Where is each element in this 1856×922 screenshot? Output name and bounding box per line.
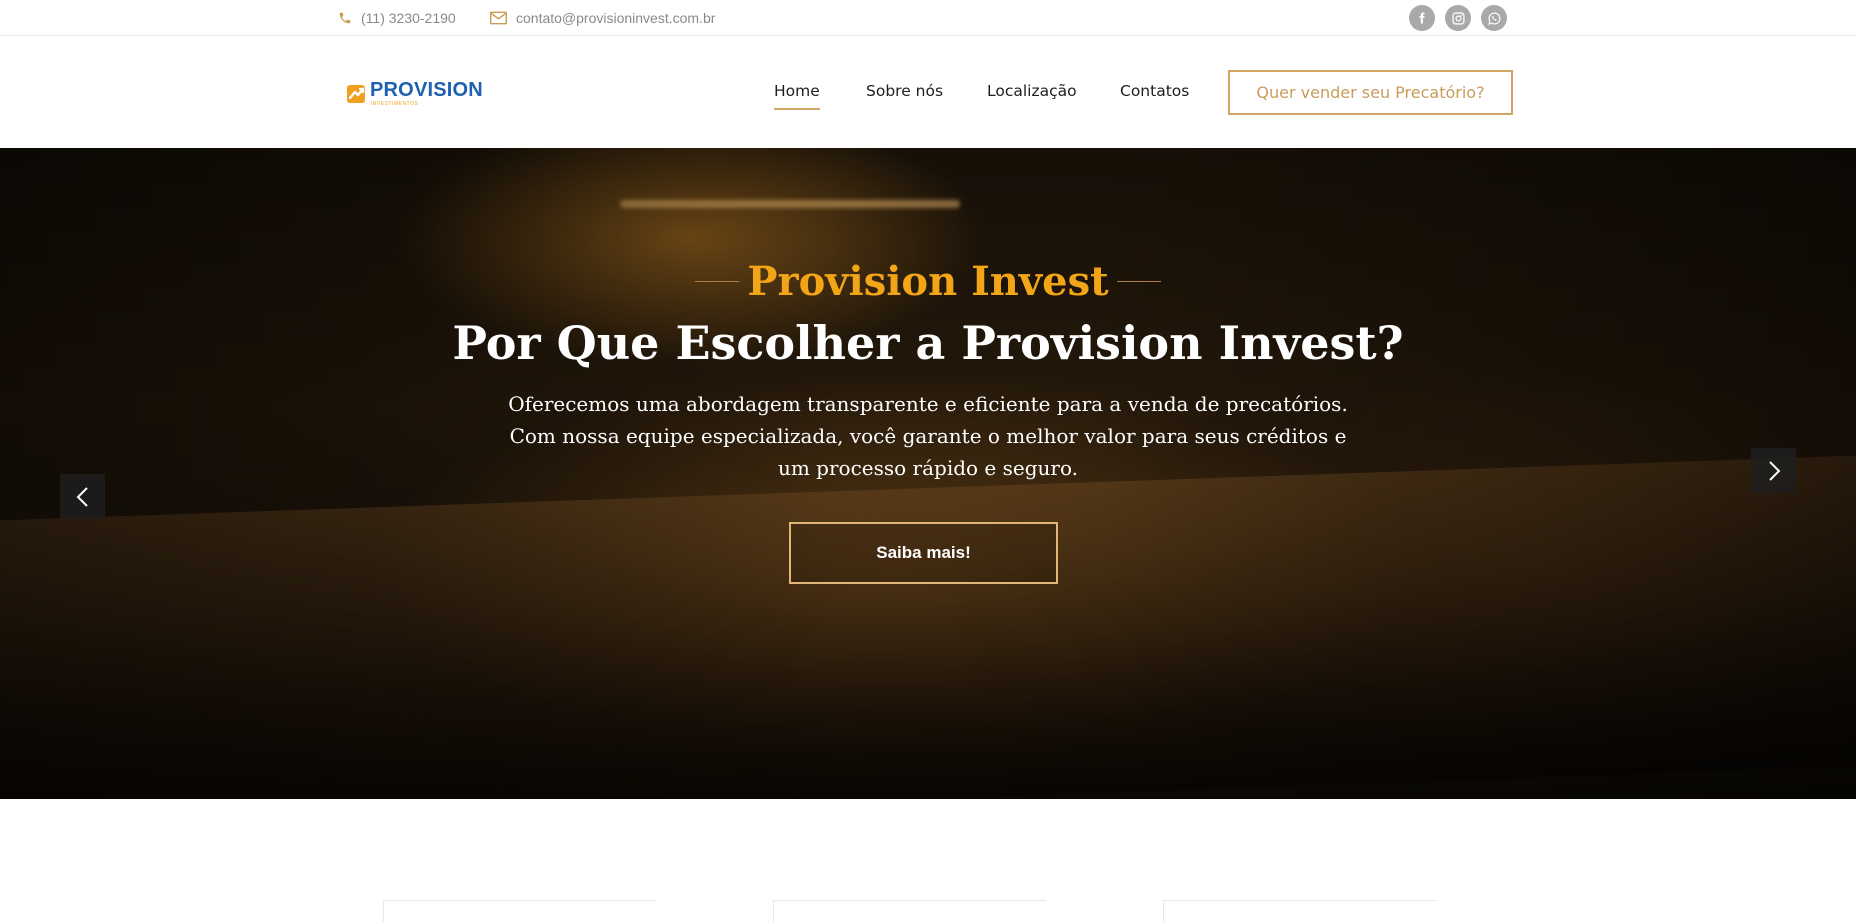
site-header: PROVISION INVESTIMENTOS Home Sobre nós L…: [0, 37, 1856, 148]
feature-card: [1163, 900, 1436, 922]
top-bar: (11) 3230-2190 contato@provisioninvest.c…: [0, 0, 1856, 36]
nav-sobre-nos[interactable]: Sobre nós: [866, 82, 943, 100]
whatsapp-icon[interactable]: [1481, 5, 1507, 31]
hero-slider: Provision Invest Por Que Escolher a Prov…: [0, 148, 1856, 799]
provision-logo[interactable]: PROVISION INVESTIMENTOS: [346, 79, 486, 109]
chevron-left-icon: [76, 486, 88, 507]
nav-localizacao[interactable]: Localização: [987, 82, 1077, 100]
logo-text: PROVISION: [370, 79, 483, 101]
sell-precatorio-button[interactable]: Quer vender seu Precatório?: [1228, 70, 1513, 115]
phone-contact[interactable]: (11) 3230-2190: [338, 0, 456, 36]
slider-prev-button[interactable]: [60, 474, 105, 519]
hero-title: Por Que Escolher a Provision Invest?: [452, 316, 1404, 370]
email-address: contato@provisioninvest.com.br: [516, 10, 716, 26]
phone-number: (11) 3230-2190: [361, 10, 456, 26]
phone-icon: [339, 12, 351, 24]
kicker-line-right: [1116, 281, 1161, 282]
learn-more-button[interactable]: Saiba mais!: [789, 522, 1058, 584]
email-contact[interactable]: contato@provisioninvest.com.br: [490, 0, 715, 36]
nav-contatos[interactable]: Contatos: [1120, 82, 1189, 100]
hero-description: Oferecemos uma abordagem transparente e …: [508, 392, 1348, 480]
hero-kicker-row: Provision Invest: [0, 258, 1856, 305]
instagram-icon[interactable]: [1445, 5, 1471, 31]
logo-subtext: INVESTIMENTOS: [371, 101, 419, 107]
nav-home[interactable]: Home: [774, 82, 820, 110]
hero-kicker: Provision Invest: [747, 258, 1109, 305]
chevron-right-icon: [1768, 460, 1780, 481]
envelope-icon: [490, 11, 507, 25]
kicker-line-left: [695, 281, 740, 282]
slider-next-button[interactable]: [1751, 448, 1796, 493]
facebook-icon[interactable]: [1409, 5, 1435, 31]
logo-chart-icon: [347, 85, 365, 103]
feature-card: [383, 900, 656, 922]
feature-card: [773, 900, 1046, 922]
